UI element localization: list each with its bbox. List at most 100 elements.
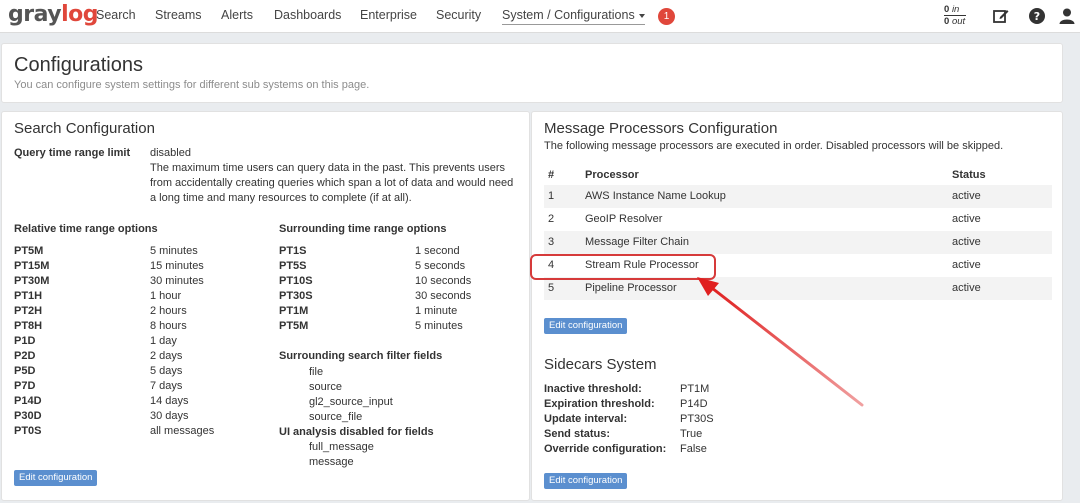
relative-option-value: 1 hour — [150, 290, 182, 302]
surrounding-option-value: 1 minute — [415, 305, 458, 317]
processor-name: GeoIP Resolver — [585, 213, 663, 225]
relative-option-key: PT1H — [14, 290, 43, 302]
throughput-in-value: 0 — [944, 4, 950, 15]
relative-option-key: PT15M — [14, 260, 50, 272]
relative-option-key: P5D — [14, 365, 36, 377]
nav-alerts[interactable]: Alerts — [221, 8, 253, 22]
header-panel — [1, 43, 1063, 103]
ui-analysis-field-item: message — [309, 456, 354, 468]
nav-streams[interactable]: Streams — [155, 8, 202, 22]
relative-option-key: PT30M — [14, 275, 50, 287]
throughput-indicator: 0 in 0 out — [944, 4, 966, 27]
processor-row: 5 Pipeline Processor active — [544, 277, 1052, 300]
nav-dashboards[interactable]: Dashboards — [274, 8, 341, 22]
surrounding-option-value: 30 seconds — [415, 290, 472, 302]
relative-option-value: 30 minutes — [150, 275, 204, 287]
processor-status: active — [952, 213, 981, 225]
sidecar-setting-key: Inactive threshold: — [544, 383, 642, 395]
nav-enterprise[interactable]: Enterprise — [360, 8, 417, 22]
search-edit-config-button[interactable]: Edit configuration — [14, 470, 98, 486]
search-config-title: Search Configuration — [14, 120, 155, 137]
processor-row: 3 Message Filter Chain active — [544, 231, 1052, 254]
relative-option-value: 1 day — [150, 335, 177, 347]
query-limit-label: Query time range limit — [14, 147, 131, 159]
nav-security[interactable]: Security — [436, 8, 481, 22]
surrounding-option-key: PT1M — [279, 305, 309, 317]
page-title: Configurations — [14, 54, 143, 76]
nav-search[interactable]: Search — [96, 8, 136, 22]
throughput-in-label: in — [951, 4, 960, 15]
sidecar-setting-value: PT1M — [680, 383, 710, 395]
sidecars-edit-config-button[interactable]: Edit configuration — [544, 473, 628, 489]
filter-field-item: source_file — [309, 411, 363, 423]
notification-badge[interactable]: 1 — [658, 8, 675, 25]
col-status: Status — [952, 169, 986, 181]
sidecar-setting-key: Expiration threshold: — [544, 398, 655, 410]
processors-subtitle: The following message processors are exe… — [544, 140, 1004, 152]
surrounding-option-value: 1 second — [415, 245, 460, 257]
graylog-logo[interactable]: graylog — [8, 2, 99, 27]
relative-option-value: 5 minutes — [150, 245, 198, 257]
throughput-out-value: 0 — [944, 16, 950, 27]
processors-title: Message Processors Configuration — [544, 120, 778, 137]
filter-field-item: gl2_source_input — [309, 396, 393, 408]
processor-name: Message Filter Chain — [585, 236, 689, 248]
user-icon[interactable] — [1058, 7, 1076, 25]
ui-analysis-field-item: full_message — [309, 441, 374, 453]
sidecar-setting-key: Send status: — [544, 428, 611, 440]
processor-status: active — [952, 259, 981, 271]
relative-option-key: PT2H — [14, 305, 43, 317]
sidecar-setting-value: PT30S — [680, 413, 714, 425]
page-subtitle: You can configure system settings for di… — [14, 79, 370, 91]
processor-name: AWS Instance Name Lookup — [585, 190, 726, 202]
relative-option-value: 8 hours — [150, 320, 187, 332]
brand-prefix: gray — [8, 2, 62, 27]
relative-option-key: P1D — [14, 335, 36, 347]
relative-option-key: P30D — [14, 410, 42, 422]
query-limit-desc: The maximum time users can query data in… — [150, 162, 514, 204]
processor-name: Pipeline Processor — [585, 282, 677, 294]
sidecar-setting-value: True — [680, 428, 703, 440]
surrounding-option-value: 5 minutes — [415, 320, 463, 332]
nav-system-label: System / Configurations — [502, 8, 635, 22]
processor-number: 5 — [548, 282, 555, 294]
surrounding-option-key: PT30S — [279, 290, 313, 302]
relative-option-value: all messages — [150, 425, 215, 437]
relative-option-value: 2 hours — [150, 305, 187, 317]
nav-system-dropdown[interactable]: System / Configurations — [502, 8, 645, 25]
top-navbar: graylog Search Streams Alerts Dashboards… — [0, 0, 1080, 33]
processor-row: 1 AWS Instance Name Lookup active — [544, 185, 1052, 208]
relative-options-title: Relative time range options — [14, 223, 158, 235]
surrounding-option-key: PT10S — [279, 275, 313, 287]
relative-option-key: P2D — [14, 350, 36, 362]
processors-edit-config-button[interactable]: Edit configuration — [544, 318, 628, 334]
surrounding-option-key: PT5M — [279, 320, 309, 332]
processor-number: 2 — [548, 213, 555, 225]
relative-option-value: 14 days — [150, 395, 189, 407]
col-number: # — [548, 169, 555, 181]
surrounding-option-value: 10 seconds — [415, 275, 472, 287]
sidecar-setting-key: Update interval: — [544, 413, 628, 425]
relative-option-value: 7 days — [150, 380, 183, 392]
processor-status: active — [952, 190, 981, 202]
help-icon[interactable]: ? — [1028, 7, 1046, 25]
surrounding-option-value: 5 seconds — [415, 260, 466, 272]
processor-status: active — [952, 282, 981, 294]
processor-row: 2 GeoIP Resolver active — [544, 208, 1052, 231]
throughput-out-label: out — [951, 16, 966, 27]
sidecar-setting-key: Override configuration: — [544, 443, 667, 455]
processor-number: 1 — [548, 190, 555, 202]
relative-option-key: PT8H — [14, 320, 43, 332]
sidecar-setting-value: P14D — [680, 398, 708, 410]
relative-option-value: 2 days — [150, 350, 183, 362]
relative-option-key: PT0S — [14, 425, 42, 437]
processor-number: 3 — [548, 236, 555, 248]
processors-table-header: # Processor Status — [544, 164, 1052, 187]
chevron-down-icon — [638, 13, 645, 18]
relative-option-key: PT5M — [14, 245, 44, 257]
svg-text:?: ? — [1034, 10, 1040, 23]
query-limit-value: disabled — [150, 147, 191, 159]
edit-icon[interactable] — [992, 7, 1010, 25]
relative-option-value: 15 minutes — [150, 260, 204, 272]
ui-analysis-title: UI analysis disabled for fields — [279, 426, 434, 438]
